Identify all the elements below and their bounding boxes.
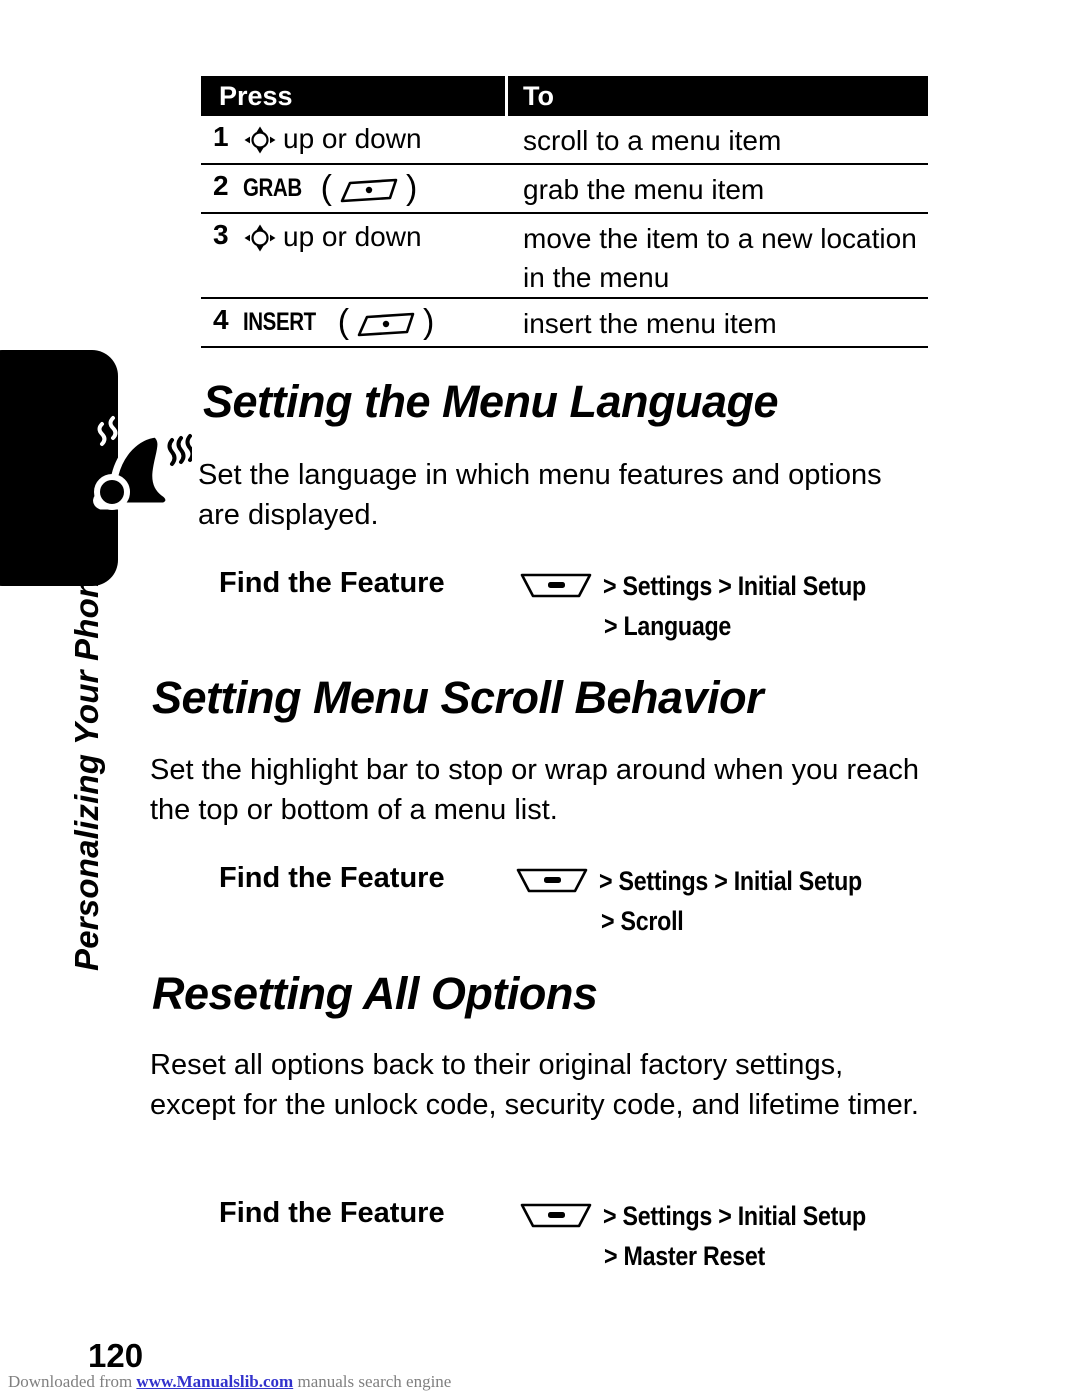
soft-key-label: GRAB	[243, 174, 302, 202]
step-action: up or down	[243, 121, 422, 157]
close-paren: )	[423, 303, 435, 341]
menu-path-line-2: > Master Reset	[604, 1241, 765, 1271]
step-action: INSERT ( )	[243, 304, 434, 340]
soft-key-icon	[338, 176, 400, 206]
section-heading-reset-options: Resetting All Options	[152, 968, 598, 1019]
chapter-label: Personalizing Your Phone	[68, 559, 105, 971]
find-the-feature-label: Find the Feature	[219, 862, 445, 894]
step-number: 2	[213, 170, 229, 201]
find-the-feature-block: Find the Feature > Settings > Initial Se…	[219, 862, 919, 942]
footer-suffix: manuals search engine	[293, 1372, 452, 1391]
table-row: 4 INSERT ( ) insert the menu item	[201, 299, 928, 348]
menu-path-line-2: > Language	[604, 611, 732, 641]
step-press-cell: 1 up or down	[201, 116, 511, 157]
find-the-feature-label: Find the Feature	[219, 567, 445, 599]
step-action: GRAB ( )	[243, 170, 417, 206]
menu-key-icon	[515, 864, 589, 898]
step-press-cell: 3 up or down	[201, 214, 511, 255]
menu-key-icon	[519, 1199, 593, 1233]
menu-key-icon	[519, 569, 593, 603]
nav-key-icon	[243, 223, 277, 253]
step-action-text: up or down	[283, 123, 422, 154]
steps-table-header: Press To	[201, 76, 928, 116]
menu-path-line-2: > Scroll	[601, 906, 684, 936]
menu-path-line-1: > Settings > Initial Setup	[599, 865, 862, 896]
column-header-to: To	[523, 81, 554, 111]
nav-key-icon	[243, 125, 277, 155]
open-paren: (	[337, 303, 350, 341]
soft-key-icon	[355, 310, 417, 340]
footer-attribution: Downloaded from www.Manualslib.com manua…	[8, 1372, 451, 1392]
section-body-menu-language: Set the language in which menu features …	[198, 459, 882, 531]
manualslib-link[interactable]: www.Manualslib.com	[136, 1372, 293, 1391]
open-paren: (	[320, 169, 332, 207]
step-press-cell: 4 INSERT ( )	[201, 299, 511, 340]
step-result: move the item to a new location in the m…	[523, 223, 917, 293]
ringing-bell-icon	[60, 402, 195, 527]
step-number: 3	[213, 219, 229, 250]
table-row: 3 up or down move the item to a new loca…	[201, 214, 928, 299]
table-row: 2 GRAB ( ) grab the menu item	[201, 165, 928, 214]
section-body-reset-options: Reset all options back to their original…	[150, 1049, 919, 1121]
column-header-press: Press	[201, 76, 508, 116]
find-the-feature-path: > Settings > Initial Setup	[519, 569, 909, 603]
find-the-feature-block: Find the Feature > Settings > Initial Se…	[219, 1197, 919, 1277]
step-action: up or down	[243, 219, 422, 255]
find-the-feature-path: > Settings > Initial Setup	[519, 1199, 909, 1233]
soft-key-label: INSERT	[243, 308, 316, 336]
close-paren: )	[405, 169, 418, 207]
menu-path-line-1: > Settings > Initial Setup	[603, 570, 866, 601]
manual-page: Personalizing Your Phone Press To 1 up o…	[0, 0, 1080, 1397]
step-number: 1	[213, 121, 229, 152]
step-result: scroll to a menu item	[523, 125, 782, 156]
page-number: 120	[88, 1337, 144, 1374]
find-the-feature-label: Find the Feature	[219, 1197, 445, 1229]
find-the-feature-block: Find the Feature > Settings > Initial Se…	[219, 567, 919, 647]
section-heading-menu-language: Setting the Menu Language	[203, 376, 779, 427]
find-the-feature-path: > Settings > Initial Setup	[515, 864, 905, 898]
section-heading-scroll-behavior: Setting Menu Scroll Behavior	[152, 672, 764, 723]
step-number: 4	[213, 304, 229, 335]
step-result: insert the menu item	[523, 308, 777, 339]
step-result: grab the menu item	[523, 174, 765, 205]
step-action-text: up or down	[283, 221, 422, 252]
section-body-scroll-behavior: Set the highlight bar to stop or wrap ar…	[150, 754, 919, 826]
steps-table: Press To 1 up or down scroll to a menu i…	[201, 76, 928, 348]
step-press-cell: 2 GRAB ( )	[201, 165, 511, 206]
footer-prefix: Downloaded from	[8, 1372, 137, 1391]
table-row: 1 up or down scroll to a menu item	[201, 116, 928, 165]
menu-path-line-1: > Settings > Initial Setup	[603, 1200, 866, 1231]
